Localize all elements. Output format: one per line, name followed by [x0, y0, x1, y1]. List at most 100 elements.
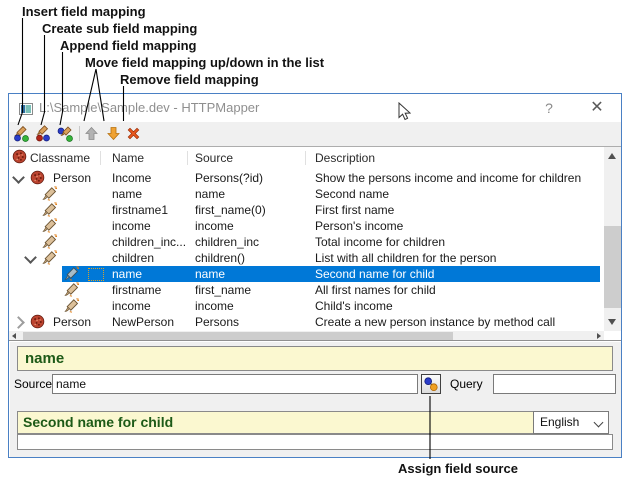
scroll-left-arrow-icon[interactable] — [12, 333, 16, 339]
source-cell: first_name — [195, 282, 251, 298]
name-cell: firstname — [112, 282, 161, 298]
source-cell: name — [195, 266, 225, 282]
source-cell: children_inc — [195, 234, 259, 250]
arrow-down-icon — [105, 125, 122, 142]
mapping-row[interactable]: income income Child's income — [9, 298, 604, 314]
app-icon — [19, 102, 33, 120]
scroll-up-arrow-icon[interactable] — [608, 153, 616, 159]
source-cell: income — [195, 298, 234, 314]
move-field-mapping-up-button[interactable] — [83, 125, 100, 142]
description-cell: Total income for children — [315, 234, 445, 250]
close-button[interactable]: ✕ — [581, 94, 613, 122]
mapping-row[interactable]: name name Second name for child — [9, 266, 604, 282]
chevron-expanded-icon[interactable] — [12, 171, 25, 184]
column-header-name[interactable]: Name — [112, 147, 144, 169]
mapping-row[interactable]: incomeincomePerson's income — [9, 218, 604, 234]
mapping-row[interactable]: PersonIncomePersons(?id)Show the persons… — [9, 170, 604, 186]
toolbar-separator — [79, 126, 80, 141]
classname-cell: Person — [53, 170, 91, 186]
chevron-collapsed-icon[interactable] — [12, 316, 25, 329]
move-field-mapping-down-button[interactable] — [105, 125, 122, 142]
mapping-row[interactable]: firstname1first_name(0)First first name — [9, 202, 604, 218]
annotation-assign-field-source: Assign field source — [398, 461, 518, 476]
name-cell: Income — [112, 170, 151, 186]
mapping-list: Classname Name Source Description Person… — [9, 146, 621, 340]
insert-field-mapping-button[interactable] — [13, 125, 30, 142]
help-button[interactable]: ? — [533, 94, 565, 122]
horizontal-scrollbar-thumb[interactable] — [23, 332, 453, 340]
field-mapping-icon — [64, 266, 80, 282]
arrow-up-icon — [83, 125, 100, 142]
mapping-row[interactable]: name name Second name — [9, 186, 604, 202]
field-mapping-icon — [42, 250, 58, 266]
remove-field-mapping-button[interactable] — [125, 125, 142, 142]
column-divider[interactable] — [100, 151, 101, 165]
annotation-append-field-mapping: Append field mapping — [60, 38, 197, 53]
field-name-header: name — [17, 346, 613, 371]
query-input[interactable] — [493, 374, 616, 394]
create-sub-mapping-icon — [35, 125, 52, 142]
insert-mapping-icon — [13, 125, 30, 142]
column-header-source[interactable]: Source — [195, 147, 233, 169]
vertical-scrollbar-thumb[interactable] — [604, 226, 621, 308]
toolbar — [9, 122, 621, 146]
description-cell: Second name for child — [315, 266, 434, 282]
httpmapper-window: L:\Sample\Sample.dev - HTTPMapper ? ✕ — [8, 93, 622, 458]
scroll-down-arrow-icon[interactable] — [608, 319, 616, 325]
name-cell: children — [112, 250, 154, 266]
source-cell: Persons — [195, 314, 239, 330]
append-mapping-icon — [57, 125, 74, 142]
chevron-expanded-icon[interactable] — [24, 251, 37, 264]
field-mapping-icon — [42, 234, 58, 250]
title-bar: L:\Sample\Sample.dev - HTTPMapper ? ✕ — [9, 94, 621, 122]
append-field-mapping-button[interactable] — [57, 125, 74, 142]
classname-header-icon — [12, 149, 27, 171]
language-value: English — [540, 415, 579, 429]
field-mapping-icon — [42, 186, 58, 202]
source-input[interactable] — [52, 374, 418, 394]
mapping-row[interactable]: firstname first_name All first names for c… — [9, 282, 604, 298]
create-sub-field-mapping-button[interactable] — [35, 125, 52, 142]
person-class-icon — [30, 314, 46, 330]
mapping-row[interactable]: PersonNewPersonPersonsCreate a new perso… — [9, 314, 604, 330]
assign-source-icon — [422, 375, 440, 393]
column-header-classname[interactable]: Classname — [30, 147, 90, 169]
name-cell: income — [112, 298, 151, 314]
mapping-row[interactable]: children_inc... children_inc Total income … — [9, 234, 604, 250]
field-mapping-icon — [64, 282, 80, 298]
mapping-row[interactable]: children children() List with all children… — [9, 250, 604, 266]
name-cell: children_inc... — [112, 234, 186, 250]
description-cell: Child's income — [315, 298, 393, 314]
annotation-move-field-mapping: Move field mapping up/down in the list — [85, 55, 324, 70]
description-cell: Show the persons income and income for c… — [315, 170, 581, 186]
column-divider[interactable] — [305, 151, 306, 165]
column-header-description[interactable]: Description — [315, 147, 375, 169]
annotation-create-sub-field-mapping: Create sub field mapping — [42, 21, 197, 36]
scroll-right-arrow-icon[interactable] — [597, 333, 601, 339]
column-divider[interactable] — [187, 151, 188, 165]
source-cell: first_name(0) — [195, 202, 266, 218]
assign-field-source-button[interactable] — [421, 374, 441, 394]
source-label: Source — [14, 374, 52, 394]
description-edit-area[interactable] — [17, 434, 613, 450]
field-mapping-icon — [42, 218, 58, 234]
description-cell: Second name — [315, 186, 389, 202]
language-dropdown[interactable]: English — [533, 411, 609, 434]
name-cell: NewPerson — [112, 314, 174, 330]
source-cell: children() — [195, 250, 245, 266]
description-cell: All first names for child — [315, 282, 436, 298]
source-cell: income — [195, 218, 234, 234]
name-cell: name — [112, 266, 142, 282]
description-cell: Person's income — [315, 218, 403, 234]
vertical-scrollbar[interactable] — [604, 147, 621, 331]
source-cell: name — [195, 186, 225, 202]
person-class-icon — [30, 170, 46, 186]
annotation-remove-field-mapping: Remove field mapping — [120, 72, 259, 87]
field-description-bar: Second name for child — [17, 411, 534, 434]
description-cell: List with all children for the person — [315, 250, 496, 266]
mouse-cursor — [398, 102, 411, 122]
name-cell: name — [112, 186, 142, 202]
field-mapping-icon — [42, 202, 58, 218]
description-cell: Create a new person instance by method c… — [315, 314, 555, 330]
name-cell: firstname1 — [112, 202, 168, 218]
